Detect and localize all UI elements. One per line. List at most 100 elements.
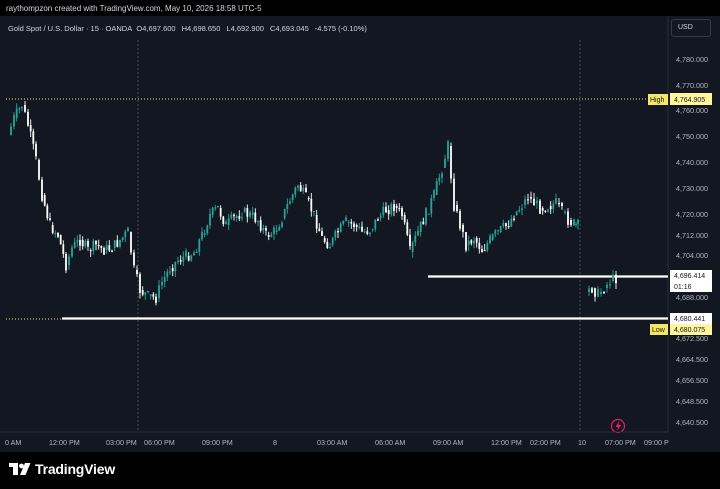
candle-body (369, 232, 371, 235)
candle-body (350, 221, 353, 224)
price-tick: 4,712.000 (676, 231, 708, 240)
candle-body (544, 210, 547, 212)
price-tick: 4,720.000 (676, 210, 708, 219)
candle-body (59, 235, 62, 245)
candle-body (459, 211, 461, 229)
price-tick: 4,750.000 (676, 132, 708, 141)
candle-body (113, 240, 116, 248)
candle-body (116, 240, 119, 247)
price-tick: 4,780.000 (676, 55, 708, 64)
candle-body (254, 212, 257, 222)
brand-name: TradingView (35, 461, 116, 477)
current-price-value: 4,696.414 (674, 273, 705, 280)
candle-body (481, 249, 483, 253)
candle-body (291, 194, 294, 200)
price-tick: 4,672.500 (676, 334, 708, 343)
candle-body (177, 260, 179, 262)
candle-body (411, 242, 414, 252)
candle-body (475, 238, 478, 243)
candle-body (564, 211, 566, 213)
candle-body (230, 214, 233, 219)
candle-body (570, 220, 572, 226)
candle-body (450, 146, 452, 179)
time-label: 07:00 PM (605, 438, 636, 447)
high-tag-label: High (650, 97, 665, 104)
candle-body (502, 223, 505, 227)
tradingview-brand[interactable]: TradingView (9, 461, 115, 477)
candle-body (103, 247, 105, 255)
candle-body (119, 239, 121, 247)
candle-body (401, 208, 403, 217)
candle-body (558, 203, 560, 205)
candle-body (313, 211, 315, 213)
time-label: 02:00 PM (530, 438, 561, 447)
time-label: 03:00 AM (317, 438, 347, 447)
price-tick: 4,640.500 (676, 418, 708, 427)
candle-body (171, 268, 174, 272)
candle-body (575, 223, 577, 225)
candle-body (217, 205, 219, 208)
candle-body (286, 204, 289, 209)
candle-body (275, 230, 278, 232)
candle-body (533, 198, 535, 206)
candle-body (211, 207, 214, 215)
candle-body (513, 218, 515, 220)
candle-body (470, 240, 473, 244)
candle-body (100, 246, 103, 248)
candle-body (149, 294, 152, 296)
candle-body (417, 230, 419, 236)
candle-body (594, 288, 596, 297)
candle-body (438, 177, 441, 182)
candle-body (289, 201, 291, 205)
candle-body (152, 294, 155, 297)
candle-body (567, 211, 569, 225)
candle-body (219, 208, 222, 217)
candle-body (305, 187, 307, 193)
candle-body (355, 225, 358, 227)
time-label: 09:00 AM (433, 438, 463, 447)
tradingview-logo-icon (9, 463, 31, 475)
candle-body (444, 158, 446, 168)
candle-body (465, 231, 467, 251)
candle-body (441, 173, 443, 178)
high-price-tag: High 4,764.905 (648, 93, 712, 105)
candle-body (363, 231, 366, 233)
candle-body (259, 220, 262, 231)
candle-body (385, 206, 387, 213)
time-label: 09:00 PM (202, 438, 233, 447)
price-chart[interactable]: 4,780.000 4,770.000 4,760.000 4,750.000 … (0, 0, 720, 452)
candle-body (302, 187, 305, 192)
candle-body (136, 270, 138, 275)
candle-body (147, 290, 149, 293)
candle-body (158, 285, 160, 298)
candle-body (518, 209, 521, 212)
candle-body (318, 228, 321, 232)
candle-body (249, 212, 251, 217)
candle-body (206, 225, 209, 234)
current-price-tag: 4,696.414 01:16 (670, 270, 712, 292)
candle-body (561, 203, 563, 207)
alert-icon[interactable] (610, 418, 626, 434)
candle-body (32, 131, 35, 144)
candle-body (515, 211, 518, 215)
candle-body (524, 199, 526, 205)
candle-body (310, 198, 313, 212)
candle-body (435, 181, 438, 195)
candle-body (124, 231, 127, 238)
time-label: 03:00 PM (106, 438, 137, 447)
candle-body (321, 231, 323, 236)
candle-body (358, 226, 361, 228)
candle-body (393, 204, 395, 211)
candle-body (18, 108, 21, 110)
low-tag-label: Low (652, 327, 666, 334)
candle-body (430, 198, 433, 214)
candle-body (76, 239, 79, 243)
candle-body (21, 106, 23, 109)
candle-body (54, 232, 57, 235)
candle-body (238, 215, 241, 219)
candle-body (326, 241, 329, 249)
candle-body (62, 244, 65, 254)
bar-countdown: 01:16 (674, 284, 692, 291)
time-axis: 0 AM 12:00 PM 03:00 PM 06:00 PM 09:00 PM… (5, 438, 669, 447)
candle-body (447, 141, 449, 159)
